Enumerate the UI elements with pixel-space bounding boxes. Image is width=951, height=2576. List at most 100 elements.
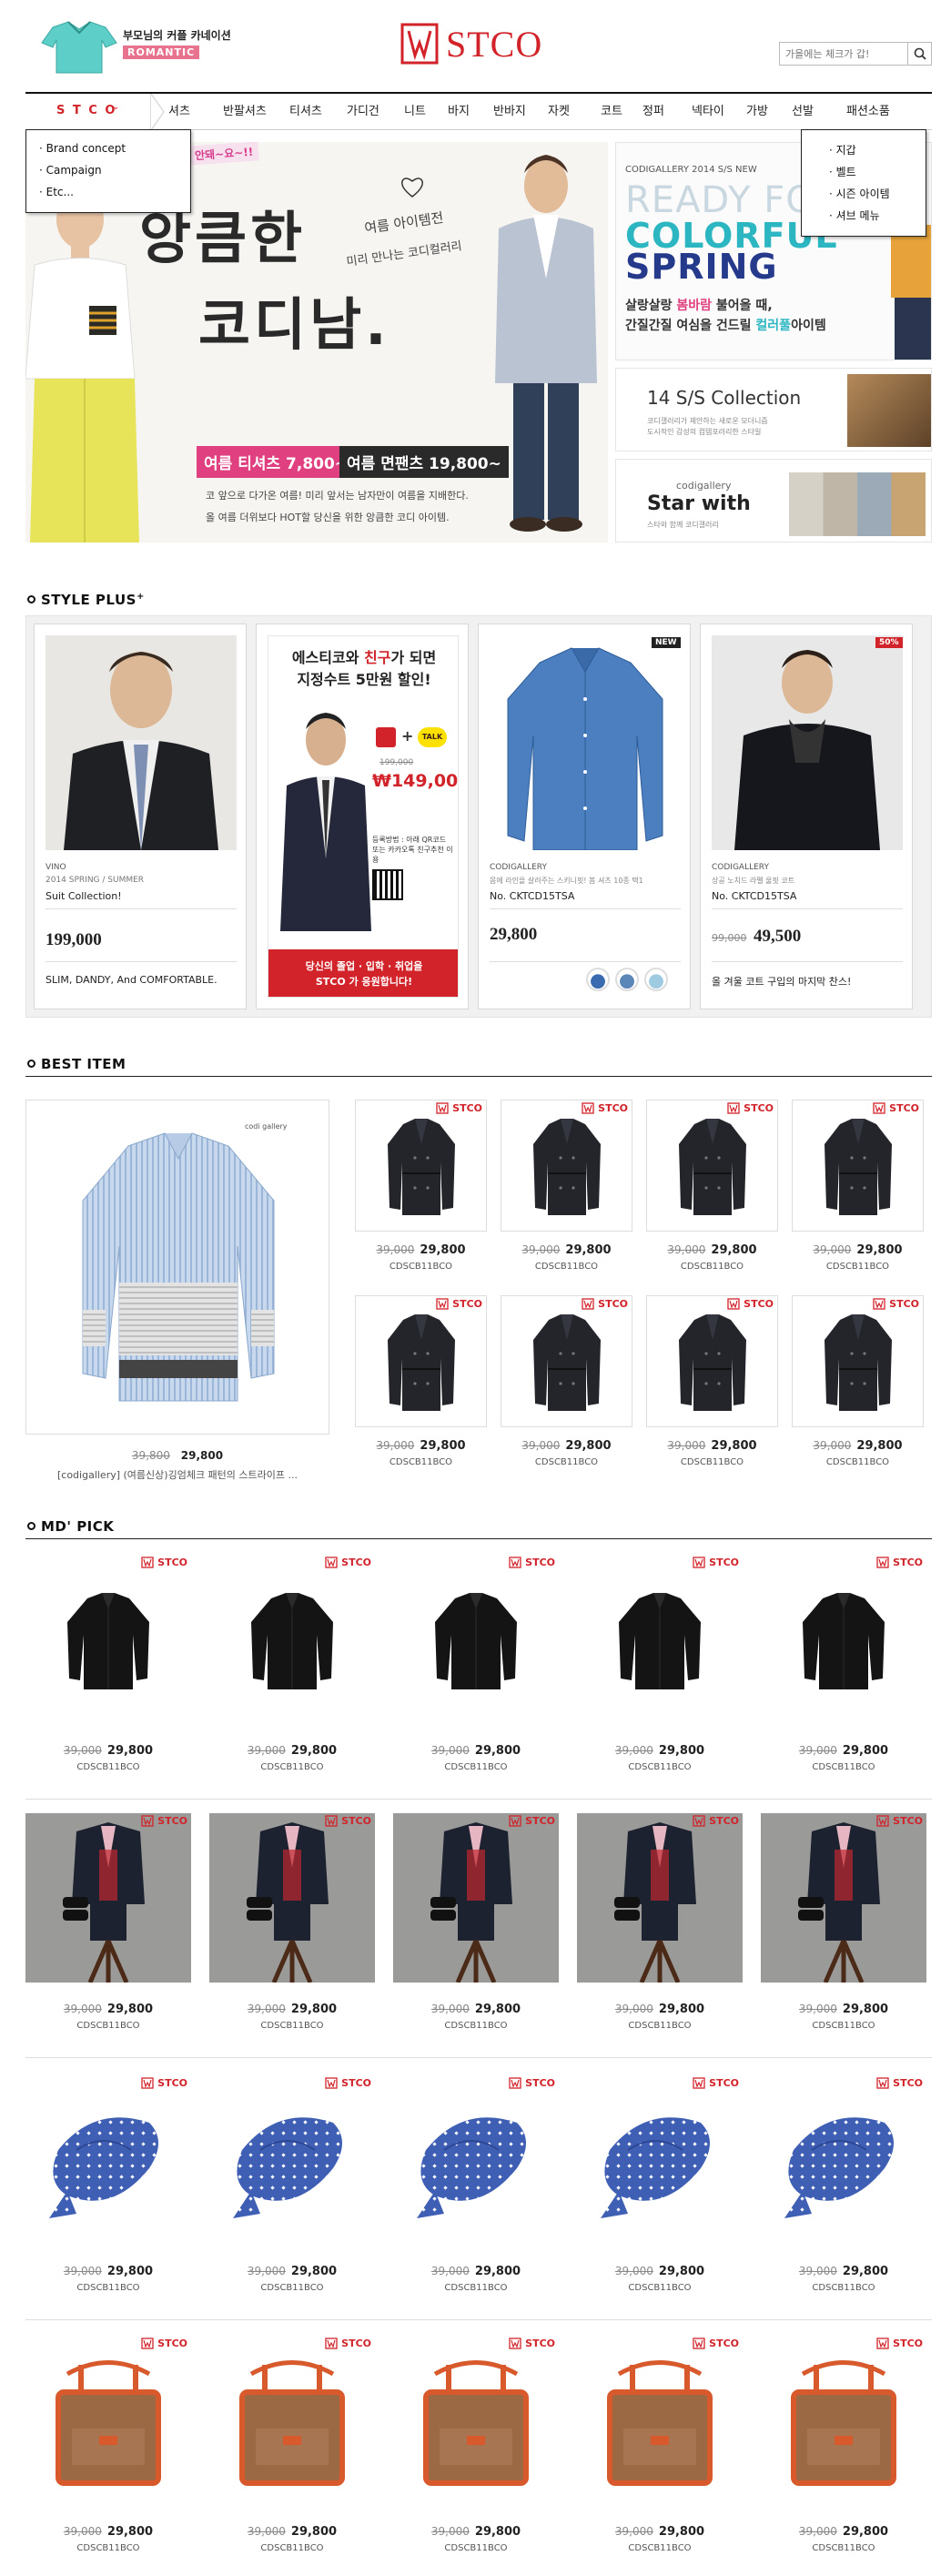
striped-shirt-image: [82, 1132, 275, 1402]
dropdown-item-campaign[interactable]: · Campaign: [39, 159, 190, 181]
stamp-text: STCO: [709, 2077, 739, 2089]
nav-item-13[interactable]: 패션소품: [846, 94, 890, 130]
dropdown-item-etc[interactable]: · Etc...: [39, 181, 190, 203]
best-product-2[interactable]: STCO 39,000 29,800 CDSCB11BCO: [646, 1100, 778, 1282]
tie-image: [224, 2095, 360, 2226]
stamp-text: STCO: [893, 1815, 923, 1827]
coat-image: [672, 1313, 754, 1415]
shirt-image: [426, 1589, 526, 1694]
old-price: 39,000: [247, 2525, 286, 2538]
hero-badge: 안돼~요~!!: [188, 142, 259, 166]
nav-item-7[interactable]: 자켓: [548, 94, 570, 130]
nav-item-10[interactable]: 넥타이: [692, 94, 724, 130]
nav-item-1[interactable]: 반팔셔츠: [223, 94, 267, 130]
stco-stamp: STCO: [325, 2338, 371, 2349]
best-product-7[interactable]: STCO 39,000 29,800 CDSCB11BCO: [792, 1295, 924, 1477]
style-card-3[interactable]: NEW CODIGALLERY 몸에 라인을 살려주는 스키니핏! 봄 셔츠 1…: [478, 624, 691, 1009]
style-card-1[interactable]: VINO 2014 SPRING / SUMMER Suit Collectio…: [34, 624, 247, 1009]
best-product-5[interactable]: STCO 39,000 29,800 CDSCB11BCO: [501, 1295, 632, 1477]
md-product-0-0[interactable]: STCO 39,000 29,800 CDSCB11BCO: [25, 1555, 191, 1782]
md-product-2-4[interactable]: STCO 39,000 29,800 CDSCB11BCO: [761, 2075, 926, 2303]
style-card-2[interactable]: 에스티코와 친구가 되면 지정수트 5만원 할인! + TALK 199,000…: [256, 624, 469, 1009]
nav-item-0[interactable]: 셔츠: [168, 94, 190, 130]
dropdown-item-brand-concept[interactable]: · Brand concept: [39, 137, 190, 159]
nav-item-5[interactable]: 바지: [448, 94, 470, 130]
md-product-0-4[interactable]: STCO 39,000 29,800 CDSCB11BCO: [761, 1555, 926, 1782]
product-code: CDSCB11BCO: [628, 2021, 692, 2031]
md-product-1-0[interactable]: STCO 39,000 29,800 CDSCB11BCO: [25, 1813, 191, 2041]
md-product-2-3[interactable]: STCO 39,000 29,800 CDSCB11BCO: [577, 2075, 743, 2303]
brand-menu-label: S T C O: [56, 104, 117, 117]
md-product-2-2[interactable]: STCO 39,000 29,800 CDSCB11BCO: [393, 2075, 559, 2303]
tie-image: [40, 2095, 177, 2226]
divider: [490, 961, 681, 962]
best-product-3[interactable]: STCO 39,000 29,800 CDSCB11BCO: [792, 1100, 924, 1282]
promo-badge: ROMANTIC: [123, 46, 200, 59]
row-divider: [25, 1799, 932, 1800]
stamp-text: STCO: [525, 2338, 555, 2349]
stco-stamp: STCO: [436, 1102, 482, 1114]
dropdown-item-wallet[interactable]: · 지갑: [829, 139, 926, 161]
nav-item-6[interactable]: 반바지: [493, 94, 526, 130]
md-product-3-1[interactable]: STCO 39,000 29,800 CDSCB11BCO: [209, 2336, 375, 2563]
nav-item-3[interactable]: 가디건: [347, 94, 379, 130]
product-code: CDSCB11BCO: [812, 2021, 875, 2031]
md-product-2-0[interactable]: STCO 39,000 29,800 CDSCB11BCO: [25, 2075, 191, 2303]
md-product-1-3[interactable]: STCO 39,000 29,800 CDSCB11BCO: [577, 1813, 743, 2041]
md-product-3-3[interactable]: STCO 39,000 29,800 CDSCB11BCO: [577, 2336, 743, 2563]
shirt-thumbnail: [41, 21, 117, 74]
nav-item-11[interactable]: 가방: [746, 94, 768, 130]
stco-stamp: STCO: [582, 1298, 628, 1310]
product-thumbnail: STCO: [355, 1100, 487, 1232]
stamp-text: STCO: [157, 2338, 187, 2349]
best-product-6[interactable]: STCO 39,000 29,800 CDSCB11BCO: [646, 1295, 778, 1477]
product-code: CDSCB11BCO: [389, 1457, 453, 1467]
md-product-0-1[interactable]: STCO 39,000 29,800 CDSCB11BCO: [209, 1555, 375, 1782]
new-price: 29,800: [106, 1744, 154, 1758]
color-swatch-2[interactable]: [644, 968, 668, 991]
star-with-banner[interactable]: codigallery Star with 스타와 함께 코디갤러리: [615, 459, 932, 543]
nav-item-2[interactable]: 티셔츠: [289, 94, 322, 130]
color-swatch-0[interactable]: [586, 968, 610, 991]
nav-item-9[interactable]: 정퍼: [642, 94, 664, 130]
md-product-3-4[interactable]: STCO 39,000 29,800 CDSCB11BCO: [761, 2336, 926, 2563]
product-code: CDSCB11BCO: [812, 1762, 875, 1772]
logo-text: STCO: [446, 23, 543, 65]
md-product-0-2[interactable]: STCO 39,000 29,800 CDSCB11BCO: [393, 1555, 559, 1782]
md-product-3-0[interactable]: STCO 39,000 29,800 CDSCB11BCO: [25, 2336, 191, 2563]
coat-image: [672, 1117, 754, 1220]
old-price: 39,000: [430, 2265, 470, 2277]
price-row: 39,000 29,800: [501, 1243, 632, 1257]
brand-menu-button[interactable]: S T C O ⌄: [25, 94, 151, 130]
price-row: 39,000 29,800: [577, 2525, 743, 2539]
style-card-4[interactable]: 50% CODIGALLERY 상공 노치드 라펠 울핏 코트 No. CKTC…: [700, 624, 913, 1009]
md-product-3-2[interactable]: STCO 39,000 29,800 CDSCB11BCO: [393, 2336, 559, 2563]
nav-item-4[interactable]: 니트: [404, 94, 426, 130]
dropdown-item-sub-menu[interactable]: · 셔브 메뉴: [829, 205, 926, 227]
dropdown-item-season[interactable]: · 시즌 아이템: [829, 183, 926, 205]
nav-item-12[interactable]: 선발: [792, 94, 814, 130]
promo-banner[interactable]: 부모님의 커플 카네이션 ROMANTIC: [27, 13, 237, 76]
best-product-0[interactable]: STCO 39,000 29,800 CDSCB11BCO: [355, 1100, 487, 1282]
search-input[interactable]: [780, 43, 907, 65]
card4-brand: CODIGALLERY: [712, 863, 769, 872]
old-price: 39,000: [63, 2265, 102, 2277]
md-product-0-3[interactable]: STCO 39,000 29,800 CDSCB11BCO: [577, 1555, 743, 1782]
ss-collection-banner[interactable]: 14 S/S Collection 코디갤러리가 제안하는 새로운 모더니즘 도…: [615, 368, 932, 451]
best-feature-image[interactable]: codi gallery: [25, 1100, 329, 1435]
md-product-1-4[interactable]: STCO 39,000 29,800 CDSCB11BCO: [761, 1813, 926, 2041]
search-button[interactable]: [907, 43, 931, 65]
kakao-cta[interactable]: 당신의 졸업 · 입학 · 취업을 STCO 가 응원합니다!: [268, 949, 458, 997]
color-swatch-1[interactable]: [615, 968, 639, 991]
md-product-2-1[interactable]: STCO 39,000 29,800 CDSCB11BCO: [209, 2075, 375, 2303]
best-product-1[interactable]: STCO 39,000 29,800 CDSCB11BCO: [501, 1100, 632, 1282]
dropdown-item-belt[interactable]: · 벨트: [829, 161, 926, 183]
md-product-1-2[interactable]: STCO 39,000 29,800 CDSCB11BCO: [393, 1813, 559, 2041]
site-logo[interactable]: STCO: [400, 22, 542, 66]
card1-season: 2014 SPRING / SUMMER: [46, 876, 145, 885]
best-product-4[interactable]: STCO 39,000 29,800 CDSCB11BCO: [355, 1295, 487, 1477]
feature-desc[interactable]: [codigallery] (여름신상)깅엄체크 패턴의 스트라이프 ...: [25, 1467, 329, 1482]
new-price: 29,800: [290, 2003, 338, 2016]
nav-item-8[interactable]: 코트: [601, 94, 622, 130]
md-product-1-1[interactable]: STCO 39,000 29,800 CDSCB11BCO: [209, 1813, 375, 2041]
